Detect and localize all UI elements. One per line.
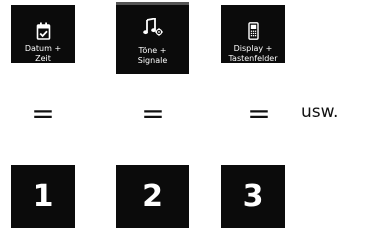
equals-sign: = (141, 97, 165, 130)
number-key-3[interactable]: 3 (221, 165, 285, 228)
number-key-1[interactable]: 1 (11, 165, 75, 228)
calendar-check-icon (11, 22, 75, 40)
phone-display-icon (221, 22, 285, 40)
music-note-settings-icon (116, 18, 189, 36)
equals-sign: = (31, 97, 55, 130)
equals-sign: = (247, 97, 271, 130)
menu-tile-label: Datum + Zeit (24, 44, 62, 63)
menu-tile-label: Display + Tastenfelder (228, 44, 278, 63)
menu-tile-date-time[interactable]: Datum + Zeit (11, 5, 75, 63)
menu-tile-tones-signals[interactable]: Töne + Signale (116, 2, 189, 74)
menu-tile-display-keys[interactable]: Display + Tastenfelder (221, 5, 285, 63)
number-key-2[interactable]: 2 (116, 165, 189, 228)
continuation-text: usw. (301, 102, 339, 122)
menu-tile-label: Töne + Signale (137, 46, 168, 65)
